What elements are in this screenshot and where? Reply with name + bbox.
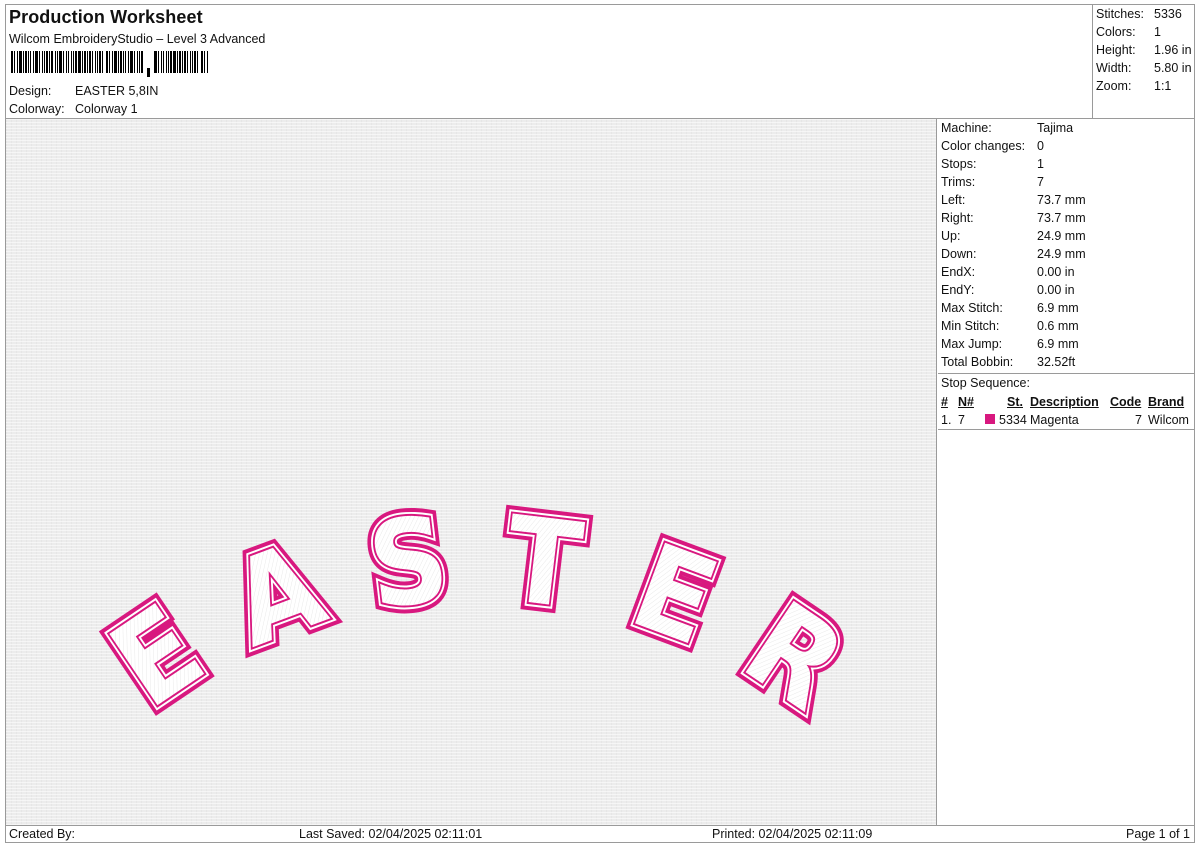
stop-sequence-title: Stop Sequence: [941,376,1030,390]
stop-row-description: Magenta [1030,413,1079,427]
worksheet-header: Production Worksheet Wilcom EmbroiderySt… [6,5,1092,118]
stat-value: 0.6 mm [1037,319,1079,333]
stat-value: 6.9 mm [1037,337,1079,351]
col-brand: Brand [1148,395,1185,409]
stat-label: Total Bobbin: [941,355,1014,369]
stitches-label: Stitches: [1096,7,1144,21]
svg-text:E: E [88,579,226,734]
worksheet-page: Production Worksheet Wilcom EmbroiderySt… [5,4,1195,843]
col-code: Code [1110,395,1142,409]
svg-text:A: A [214,516,341,674]
design-letter: TTTT [491,483,596,644]
stat-label: Up: [941,229,961,243]
col-description: Description [1030,395,1099,409]
stat-label: Left: [941,193,966,207]
design-letter: RRRR [714,568,875,744]
stat-label: Right: [941,211,974,225]
stat-value: 73.7 mm [1037,193,1086,207]
svg-text:S: S [362,490,456,636]
design-value: EASTER 5,8IN [75,84,159,98]
design-lettering: EEEEAAAA SSSS TTTT EEEERRRR [80,482,875,744]
design-letter: AAAA [206,508,348,681]
stat-label: EndY: [941,283,975,297]
stat-label: EndX: [941,265,976,279]
stats-panel: Machine: Tajima Color changes: 0 Stops: 1 Trim… [938,119,1194,825]
stitches-value: 5336 [1154,7,1182,21]
created-by: Created By: [9,827,76,841]
color-swatch [985,414,995,424]
stop-row-stitches: 5334 [999,413,1027,427]
stat-label: Color changes: [941,139,1026,153]
width-value: 5.80 in [1154,61,1192,75]
stat-label: Down: [941,247,977,261]
stat-value: Tajima [1037,121,1074,135]
stat-label: Max Stitch: [941,301,1003,315]
zoom-value: 1:1 [1154,79,1172,93]
stat-value: 1 [1037,157,1044,171]
stat-value: 7 [1037,175,1044,189]
width-label: Width: [1096,61,1132,75]
embroidery-design: EEEEAAAA SSSS TTTT EEEERRRR [80,482,875,744]
col-number: # [941,395,948,409]
stat-value: 24.9 mm [1037,229,1086,243]
design-letter: EEEE [608,510,741,680]
stat-value: 73.7 mm [1037,211,1086,225]
stat-label: Machine: [941,121,992,135]
stat-value: 0 [1037,139,1044,153]
stop-row-number: 1. [941,413,952,427]
col-stitches: St. [1007,395,1023,409]
design-letter: SSSS [354,482,463,643]
page-number: Page 1 of 1 [1126,827,1190,841]
stat-label: Min Stitch: [941,319,1000,333]
stat-label: Stops: [941,157,977,171]
stop-row-code: 7 [1135,413,1142,427]
zoom-label: Zoom: [1096,79,1132,93]
barcode [11,51,208,77]
stop-row-brand: Wilcom [1148,413,1189,427]
design-label: Design: [9,84,52,98]
last-saved: Last Saved: 02/04/2025 02:11:01 [299,827,483,841]
software-name: Wilcom EmbroideryStudio – Level 3 Advanc… [9,32,266,46]
design-preview: EEEEAAAASSSSTTTTEEEERRRR [6,119,937,825]
printed-date: Printed: 02/04/2025 02:11:09 [712,827,873,841]
height-value: 1.96 in [1154,43,1192,57]
col-needle: N# [958,395,974,409]
colors-value: 1 [1154,25,1161,39]
svg-text:E: E [616,517,733,672]
colorway-label: Colorway: [9,102,65,116]
colors-label: Colors: [1096,25,1136,39]
stat-value: 0.00 in [1037,283,1075,297]
stat-label: Trims: [941,175,976,189]
stat-label: Max Jump: [941,337,1003,351]
worksheet-footer: Created By: Last Saved: 02/04/2025 02:11… [6,826,1194,843]
stop-table-divider [938,429,1194,430]
svg-text:R: R [722,576,868,737]
design-summary: Stitches: 5336 Colors: 1 Height: 1.96 in… [1092,5,1194,118]
stat-value: 6.9 mm [1037,301,1079,315]
colorway-row: Colorway: Colorway 1 [9,102,138,116]
design-row: Design: EASTER 5,8IN [9,84,158,98]
stop-row-needle: 7 [958,413,965,427]
height-label: Height: [1096,43,1136,57]
stats-divider [938,373,1194,374]
design-letter: EEEE [80,571,234,742]
stat-value: 32.52ft [1037,355,1076,369]
page-title: Production Worksheet [9,7,203,27]
colorway-value: Colorway 1 [75,102,138,116]
stat-value: 24.9 mm [1037,247,1086,261]
stat-value: 0.00 in [1037,265,1075,279]
svg-text:T: T [499,490,589,635]
